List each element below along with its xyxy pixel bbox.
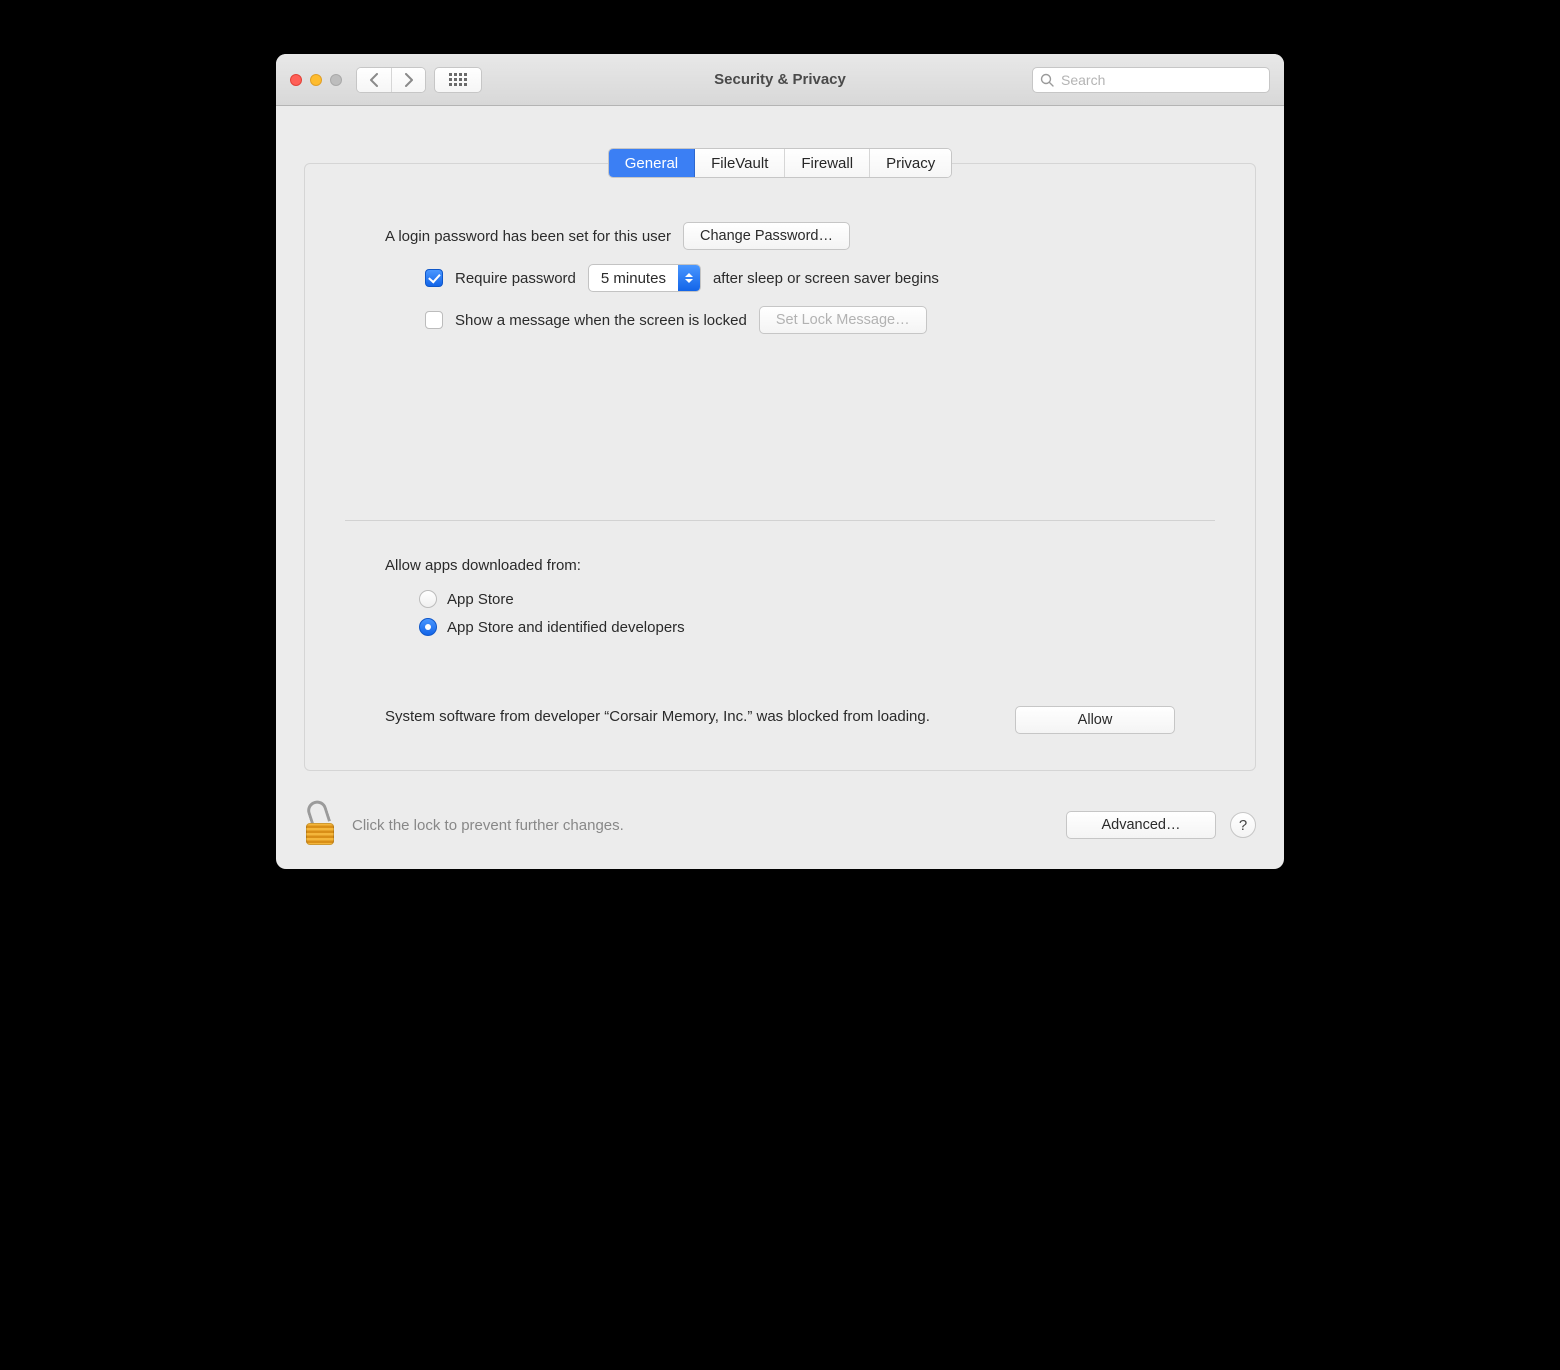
back-button[interactable] [357, 68, 391, 92]
window-controls [290, 74, 342, 86]
require-password-row: Require password 5 minutes after sleep o… [425, 264, 1175, 292]
advanced-button[interactable]: Advanced… [1066, 811, 1216, 839]
require-password-label: Require password [455, 270, 576, 287]
nav-segment [356, 67, 426, 93]
grid-icon [449, 73, 467, 86]
tab-filevault[interactable]: FileVault [694, 149, 784, 177]
allow-apps-appstore-radio[interactable] [419, 590, 437, 608]
allow-apps-identified-radio[interactable] [419, 618, 437, 636]
help-button[interactable]: ? [1230, 812, 1256, 838]
set-lock-message-button: Set Lock Message… [759, 306, 927, 334]
show-message-checkbox[interactable] [425, 311, 443, 329]
search-input[interactable] [1032, 67, 1270, 93]
show-all-button[interactable] [435, 68, 481, 92]
tab-general[interactable]: General [609, 149, 694, 177]
footer: Click the lock to prevent further change… [276, 791, 1284, 869]
search-wrap [1032, 67, 1270, 93]
allow-apps-identified-label: App Store and identified developers [447, 619, 685, 636]
show-message-row: Show a message when the screen is locked… [425, 306, 1175, 334]
panel-divider [345, 520, 1215, 521]
require-password-checkbox[interactable] [425, 269, 443, 287]
blocked-software-row: System software from developer “Corsair … [385, 706, 1175, 734]
titlebar: Security & Privacy [276, 54, 1284, 106]
tabs: General FileVault Firewall Privacy [304, 148, 1256, 178]
blocked-software-message: System software from developer “Corsair … [385, 706, 991, 727]
tab-firewall[interactable]: Firewall [784, 149, 869, 177]
allow-apps-appstore-row: App Store [419, 590, 1175, 608]
show-all-segment [434, 67, 482, 93]
change-password-button[interactable]: Change Password… [683, 222, 850, 250]
require-password-delay-select[interactable]: 5 minutes [588, 264, 701, 292]
window-body: General FileVault Firewall Privacy A log… [276, 106, 1284, 791]
general-panel: A login password has been set for this u… [304, 163, 1256, 771]
forward-button[interactable] [391, 68, 425, 92]
chevron-left-icon [370, 73, 379, 87]
allow-apps-title: Allow apps downloaded from: [385, 557, 1175, 574]
close-window-button[interactable] [290, 74, 302, 86]
preferences-window: Security & Privacy General FileVault Fir… [276, 54, 1284, 869]
lock-icon[interactable] [304, 805, 338, 845]
select-caret-icon [678, 265, 700, 291]
lock-help-text: Click the lock to prevent further change… [352, 817, 624, 834]
login-password-row: A login password has been set for this u… [385, 222, 1175, 250]
chevron-right-icon [404, 73, 413, 87]
allow-apps-identified-row: App Store and identified developers [419, 618, 1175, 636]
require-password-suffix: after sleep or screen saver begins [713, 270, 939, 287]
allow-apps-appstore-label: App Store [447, 591, 514, 608]
minimize-window-button[interactable] [310, 74, 322, 86]
require-password-delay-value: 5 minutes [589, 270, 678, 287]
show-message-label: Show a message when the screen is locked [455, 312, 747, 329]
allow-button[interactable]: Allow [1015, 706, 1175, 734]
zoom-window-button [330, 74, 342, 86]
tab-privacy[interactable]: Privacy [869, 149, 951, 177]
login-password-text: A login password has been set for this u… [385, 228, 671, 245]
